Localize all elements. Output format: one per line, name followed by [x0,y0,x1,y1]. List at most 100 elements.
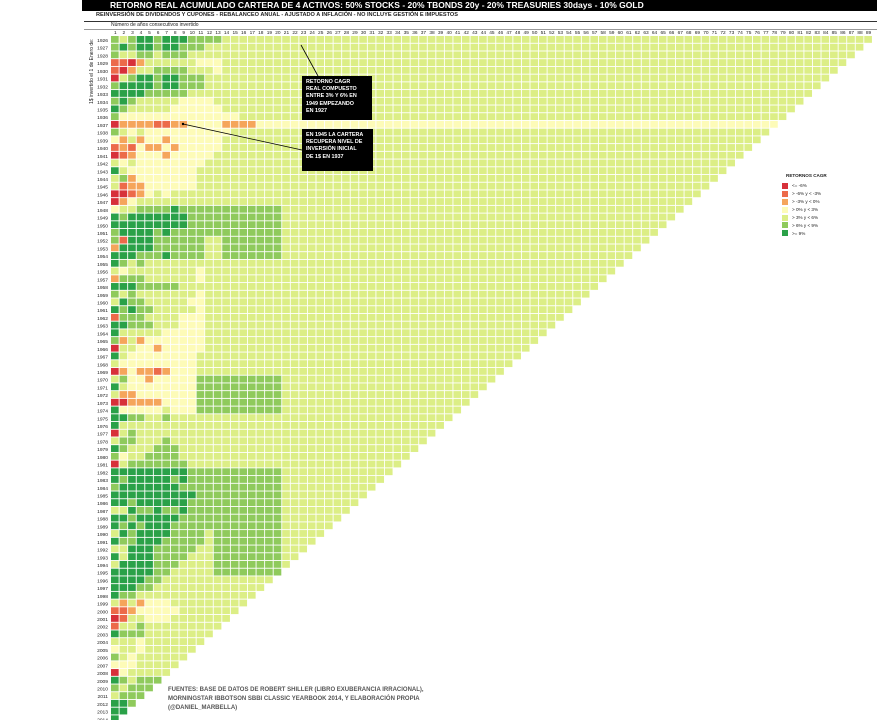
heatmap-cell [470,190,479,198]
heatmap-cell [547,182,556,190]
heatmap-cell [581,51,590,59]
heatmap-cell [427,429,436,437]
heatmap-cell [282,136,290,144]
heatmap-cell [205,105,213,113]
heatmap-cell [735,113,744,121]
heatmap-cell [547,306,556,314]
heatmap-cell [196,422,205,429]
heatmap-cell [556,283,564,290]
heatmap-cell [513,213,521,221]
heatmap-cell [239,167,248,175]
heatmap-cell [598,244,607,252]
x-tick-label: 48 [515,30,521,36]
heatmap-cell [316,198,325,205]
heatmap-cell [290,174,299,182]
heatmap-cell [333,275,342,283]
heatmap-cell [427,190,436,198]
heatmap-cell [359,344,367,352]
heatmap-cell [384,151,393,159]
heatmap-cell [162,638,171,645]
heatmap-cell [170,36,179,43]
heatmap-cell [299,360,307,368]
heatmap-cell [325,290,333,298]
heatmap-cell [111,190,119,198]
heatmap-cell [222,182,230,190]
heatmap-cell [624,82,633,90]
heatmap-cell [162,136,171,144]
heatmap-cell [119,144,128,151]
heatmap-cell [196,113,205,121]
heatmap-cell [359,298,367,306]
heatmap-cell [590,252,599,259]
heatmap-cell [239,283,248,290]
heatmap-cell [513,283,521,290]
heatmap-cell [461,367,470,375]
heatmap-cell [573,229,581,236]
heatmap-cell [333,267,342,275]
heatmap-cell [710,82,718,90]
heatmap-cell [333,414,342,422]
heatmap-cell [179,244,188,252]
heatmap-cell [222,591,230,599]
heatmap-cell [718,43,727,51]
heatmap-cell [402,252,410,259]
heatmap-cell [513,105,521,113]
heatmap-cell [761,97,770,105]
heatmap-cell [479,252,487,259]
heatmap-cell [196,174,205,182]
heatmap-cell [265,560,273,568]
heatmap-cell [393,136,402,144]
heatmap-cell [470,337,479,344]
heatmap-cell [170,491,179,499]
heatmap-cell [247,174,256,182]
heatmap-cell [487,59,496,66]
heatmap-cell [136,422,145,429]
heatmap-cell [145,198,153,205]
x-tick-label: 15 [232,30,238,36]
heatmap-cell [838,59,847,66]
heatmap-cell [453,198,462,205]
heatmap-cell [316,406,325,414]
heatmap-cell [307,375,316,383]
heatmap-cell [290,159,299,167]
heatmap-cell [342,398,350,406]
heatmap-cell [205,82,213,90]
x-tick-label: 32 [378,30,384,36]
heatmap-cell [573,43,581,51]
heatmap-cell [119,599,128,607]
heatmap-cell [213,36,222,43]
heatmap-cell [675,36,684,43]
heatmap-cell [111,422,119,429]
heatmap-cell [359,375,367,383]
heatmap-cell [153,59,162,66]
heatmap-cell [119,367,128,375]
heatmap-cell [265,337,273,344]
heatmap-cell [111,699,119,707]
heatmap-cell [444,151,453,159]
heatmap-cell [119,398,128,406]
heatmap-cell [111,506,119,514]
heatmap-cell [256,229,265,236]
heatmap-cell [265,445,273,452]
heatmap-cell [290,514,299,522]
heatmap-cell [222,174,230,182]
heatmap-cell [453,337,462,344]
heatmap-cell [419,306,427,314]
heatmap-cell [556,298,564,306]
heatmap-cell [265,522,273,530]
heatmap-cell [350,367,359,375]
heatmap-cell [547,283,556,290]
heatmap-cell [170,352,179,360]
heatmap-cell [213,530,222,537]
heatmap-cell [564,159,573,167]
heatmap-cell [299,283,307,290]
heatmap-cell [333,221,342,229]
heatmap-cell [496,290,504,298]
heatmap-cell [427,414,436,422]
heatmap-cell [239,105,248,113]
heatmap-cell [256,352,265,360]
heatmap-cell [556,136,564,144]
heatmap-cell [128,607,136,615]
heatmap-cell [230,144,239,151]
heatmap-cell [384,429,393,437]
